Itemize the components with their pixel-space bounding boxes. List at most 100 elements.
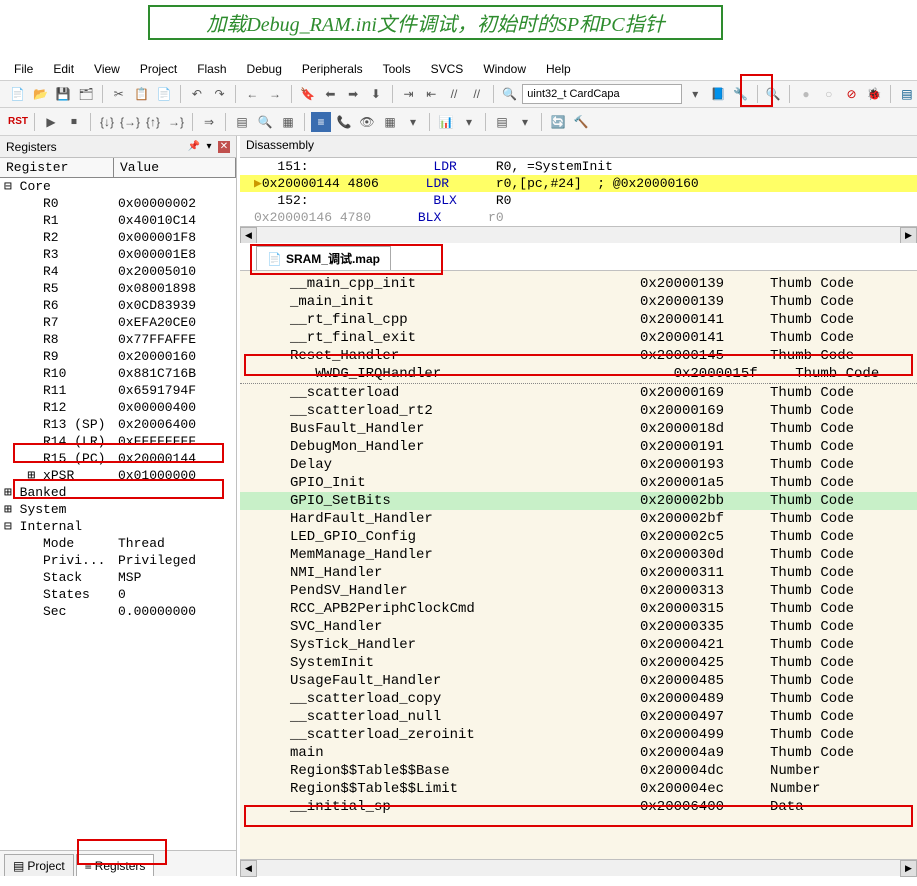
- menu-svcs[interactable]: SVCS: [423, 60, 472, 78]
- map-row[interactable]: SVC_Handler0x20000335Thumb Code: [240, 618, 917, 636]
- step-in-icon[interactable]: {↓}: [97, 112, 117, 132]
- symbols-icon[interactable]: ▦: [278, 112, 298, 132]
- registers-tree[interactable]: ⊟ Core R00x00000002 R10x40010C14 R20x000…: [0, 178, 236, 850]
- map-row[interactable]: MemManage_Handler0x2000030dThumb Code: [240, 546, 917, 564]
- bp-disable-icon[interactable]: ○: [819, 84, 839, 104]
- run-to-icon[interactable]: →}: [166, 112, 186, 132]
- step-out-icon[interactable]: {↑}: [143, 112, 163, 132]
- map-row[interactable]: UsageFault_Handler0x20000485Thumb Code: [240, 672, 917, 690]
- internal-row[interactable]: Privi...Privileged: [0, 552, 236, 569]
- menu-window[interactable]: Window: [475, 60, 534, 78]
- register-row[interactable]: R00x00000002: [0, 195, 236, 212]
- nav-fwd-icon[interactable]: →: [265, 84, 285, 104]
- register-row[interactable]: R90x20000160: [0, 348, 236, 365]
- map-row[interactable]: Region$$Table$$Base0x200004dcNumber: [240, 762, 917, 780]
- map-row[interactable]: Reset_Handler0x20000145Thumb Code: [240, 347, 917, 365]
- register-row[interactable]: R120x00000400: [0, 399, 236, 416]
- update-icon[interactable]: 🔄: [548, 112, 568, 132]
- menu-help[interactable]: Help: [538, 60, 579, 78]
- register-row[interactable]: R20x000001F8: [0, 229, 236, 246]
- close-icon[interactable]: ✕: [218, 141, 230, 153]
- debug-icon[interactable]: 🔍: [763, 84, 783, 104]
- bookmark-next-icon[interactable]: ➡: [343, 84, 363, 104]
- map-row[interactable]: __rt_final_cpp0x20000141Thumb Code: [240, 311, 917, 329]
- system-icon[interactable]: ▤: [492, 112, 512, 132]
- registers-icon[interactable]: ≡: [311, 112, 331, 132]
- reset-icon[interactable]: RST: [8, 112, 28, 132]
- window-icon[interactable]: ▤: [897, 84, 917, 104]
- uncomment-icon[interactable]: //: [467, 84, 487, 104]
- disasm-icon[interactable]: 🔍: [255, 112, 275, 132]
- menu-edit[interactable]: Edit: [45, 60, 82, 78]
- find-icon[interactable]: 🔍: [500, 84, 520, 104]
- tab-registers[interactable]: ≡Registers: [76, 854, 155, 876]
- register-row[interactable]: R30x000001E8: [0, 246, 236, 263]
- menu-file[interactable]: File: [6, 60, 41, 78]
- register-row[interactable]: R60x0CD83939: [0, 297, 236, 314]
- menu-project[interactable]: Project: [132, 60, 185, 78]
- map-row[interactable]: __scatterload_copy0x20000489Thumb Code: [240, 690, 917, 708]
- register-row[interactable]: R10x40010C14: [0, 212, 236, 229]
- bookmark-icon[interactable]: 🔖: [298, 84, 318, 104]
- bookmark-prev-icon[interactable]: ⬅: [321, 84, 341, 104]
- register-row[interactable]: R100x881C716B: [0, 365, 236, 382]
- map-row[interactable]: Delay0x20000193Thumb Code: [240, 456, 917, 474]
- menu-debug[interactable]: Debug: [239, 60, 290, 78]
- watch-icon[interactable]: 👁: [357, 112, 377, 132]
- callstack-icon[interactable]: 📞: [334, 112, 354, 132]
- file-tab-map[interactable]: 📄SRAM_调试.map: [256, 246, 391, 270]
- undo-icon[interactable]: ↶: [187, 84, 207, 104]
- menu-view[interactable]: View: [86, 60, 128, 78]
- outdent-icon[interactable]: ⇤: [421, 84, 441, 104]
- open-icon[interactable]: 📂: [31, 84, 51, 104]
- map-scrollbar[interactable]: ◀▶: [240, 859, 917, 876]
- register-row[interactable]: R50x08001898: [0, 280, 236, 297]
- cut-icon[interactable]: ✂: [109, 84, 129, 104]
- internal-row[interactable]: Sec0.00000000: [0, 603, 236, 620]
- map-row[interactable]: RCC_APB2PeriphClockCmd0x20000315Thumb Co…: [240, 600, 917, 618]
- tools-icon[interactable]: 🔨: [571, 112, 591, 132]
- config-icon[interactable]: 📘: [708, 84, 728, 104]
- indent-icon[interactable]: ⇥: [399, 84, 419, 104]
- cmd-icon[interactable]: ▤: [232, 112, 252, 132]
- find-next-icon[interactable]: ▾: [685, 84, 705, 104]
- map-row[interactable]: WWDG_IRQHandler 0x2000015f Thumb Code: [240, 365, 917, 384]
- map-row[interactable]: Region$$Table$$Limit0x200004ecNumber: [240, 780, 917, 798]
- map-row[interactable]: __scatterload_zeroinit0x20000499Thumb Co…: [240, 726, 917, 744]
- map-row[interactable]: NMI_Handler0x20000311Thumb Code: [240, 564, 917, 582]
- step-over-icon[interactable]: {→}: [120, 112, 140, 132]
- disassembly-body[interactable]: 151: LDR R0, =SystemInit ▶0x20000144 480…: [240, 158, 917, 226]
- stop-icon[interactable]: ⏹: [64, 112, 84, 132]
- bp-kill-icon[interactable]: ⊘: [842, 84, 862, 104]
- trace-icon[interactable]: ▾: [459, 112, 479, 132]
- map-row[interactable]: __initial_sp0x20006400Data: [240, 798, 917, 816]
- map-row[interactable]: GPIO_SetBits0x200002bbThumb Code: [240, 492, 917, 510]
- run-icon[interactable]: ▶: [41, 112, 61, 132]
- map-row[interactable]: _main_init0x20000139Thumb Code: [240, 293, 917, 311]
- redo-icon[interactable]: ↷: [210, 84, 230, 104]
- map-row[interactable]: LED_GPIO_Config0x200002c5Thumb Code: [240, 528, 917, 546]
- map-row[interactable]: __scatterload_null0x20000497Thumb Code: [240, 708, 917, 726]
- toolbox-icon[interactable]: ▾: [515, 112, 535, 132]
- find-combo[interactable]: [522, 84, 682, 104]
- map-row[interactable]: SysTick_Handler0x20000421Thumb Code: [240, 636, 917, 654]
- bp-list-icon[interactable]: 🐞: [864, 84, 884, 104]
- map-row[interactable]: BusFault_Handler0x2000018dThumb Code: [240, 420, 917, 438]
- internal-row[interactable]: StackMSP: [0, 569, 236, 586]
- internal-row[interactable]: ModeThread: [0, 535, 236, 552]
- analyzer-icon[interactable]: 📊: [436, 112, 456, 132]
- menu-flash[interactable]: Flash: [189, 60, 234, 78]
- map-row[interactable]: __rt_final_exit0x20000141Thumb Code: [240, 329, 917, 347]
- nav-back-icon[interactable]: ←: [242, 84, 262, 104]
- map-row[interactable]: SystemInit0x20000425Thumb Code: [240, 654, 917, 672]
- map-row[interactable]: __scatterload0x20000169Thumb Code: [240, 384, 917, 402]
- tab-project[interactable]: ▤Project: [4, 854, 74, 876]
- register-row[interactable]: R80x77FFAFFE: [0, 331, 236, 348]
- bookmark-clear-icon[interactable]: ⬇: [366, 84, 386, 104]
- register-row[interactable]: R15 (PC)0x20000144: [0, 450, 236, 467]
- comment-icon[interactable]: //: [444, 84, 464, 104]
- new-icon[interactable]: 📄: [8, 84, 28, 104]
- paste-icon[interactable]: 📄: [154, 84, 174, 104]
- internal-row[interactable]: States0: [0, 586, 236, 603]
- saveall-icon[interactable]: 🗂: [76, 84, 96, 104]
